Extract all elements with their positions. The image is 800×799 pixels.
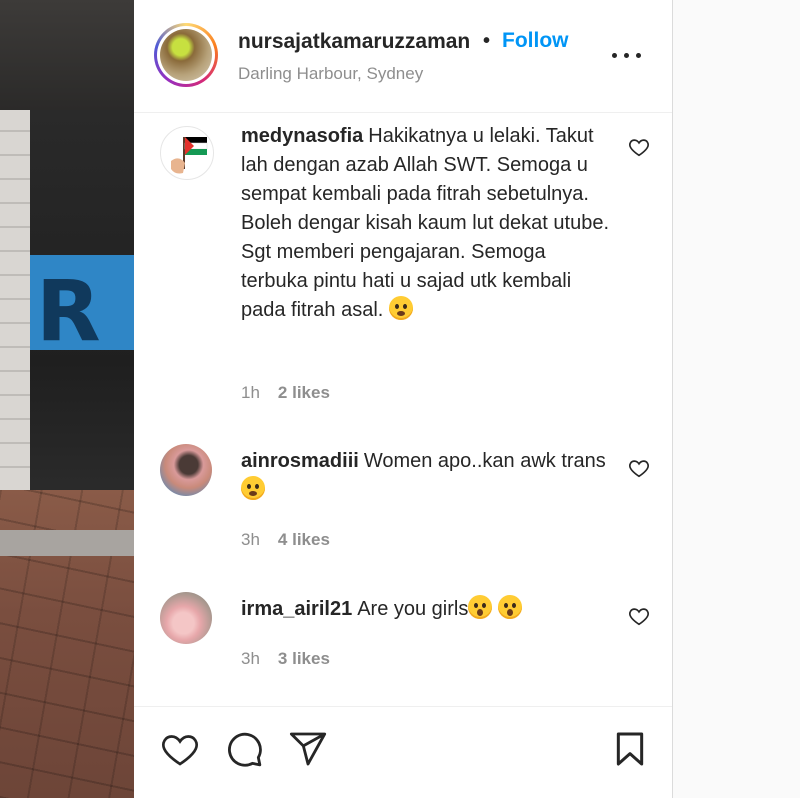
comment-text: Hakikatnya u lelaki. Takut lah dengan az… [241, 125, 610, 321]
sad-tear-emoji [388, 296, 413, 320]
comment-text: Women apo..kan awk trans [363, 450, 606, 472]
comment-like-heart-icon[interactable] [628, 605, 650, 627]
comment-body: ainrosmadiii Women apo..kan awk trans [241, 447, 611, 505]
bookmark-icon[interactable] [610, 729, 650, 769]
comment-icon[interactable] [224, 729, 264, 769]
comment-time: 3h [241, 649, 260, 668]
page-background-right [672, 0, 800, 798]
header-separator: • [483, 30, 491, 52]
comment-username[interactable]: ainrosmadiii [241, 450, 359, 472]
comment-text: Are you girls [357, 598, 469, 620]
more-options-icon[interactable] [612, 44, 642, 66]
comment-time: 1h [241, 383, 260, 402]
comment-body: irma_airil21 Are you girls [241, 595, 611, 624]
comment-like-heart-icon[interactable] [628, 457, 650, 479]
post-panel: nursajatkamaruzzaman • Follow Darling Ha… [134, 0, 672, 798]
comment-username[interactable]: medynasofia [241, 125, 363, 147]
post-actions-bar [134, 706, 672, 799]
comment-avatar[interactable] [160, 444, 212, 496]
comment-body: medynasofia Hakikatnya u lelaki. Takut la… [241, 122, 611, 325]
comment-meta: 3h 3 likes [241, 649, 348, 669]
comment-username[interactable]: irma_airil21 [241, 598, 352, 620]
comment-likes[interactable]: 4 likes [278, 530, 330, 549]
surprised-emoji [468, 595, 493, 619]
follow-button[interactable]: Follow [502, 29, 569, 53]
comment-meta: 1h 2 likes [241, 383, 348, 403]
comment-meta: 3h 4 likes [241, 530, 348, 550]
comment-avatar[interactable] [160, 592, 212, 644]
post-photo[interactable]: R [0, 0, 134, 798]
comment-time: 3h [241, 530, 260, 549]
post-header: nursajatkamaruzzaman • Follow Darling Ha… [134, 0, 672, 113]
comment-likes[interactable]: 2 likes [278, 383, 330, 402]
heart-icon[interactable] [160, 729, 200, 769]
author-avatar[interactable] [154, 23, 218, 87]
comment-likes[interactable]: 3 likes [278, 649, 330, 668]
photo-step [0, 530, 134, 556]
post-location[interactable]: Darling Harbour, Sydney [238, 64, 423, 84]
author-username[interactable]: nursajatkamaruzzaman [238, 30, 470, 54]
paper-plane-icon[interactable] [288, 729, 328, 769]
laughing-tears-emoji [241, 476, 265, 500]
surprised-emoji [497, 595, 522, 619]
comment-avatar[interactable] [160, 126, 214, 180]
comment-like-heart-icon[interactable] [628, 136, 650, 158]
photo-banner-text: R [36, 262, 101, 360]
photo-wall [0, 0, 134, 110]
